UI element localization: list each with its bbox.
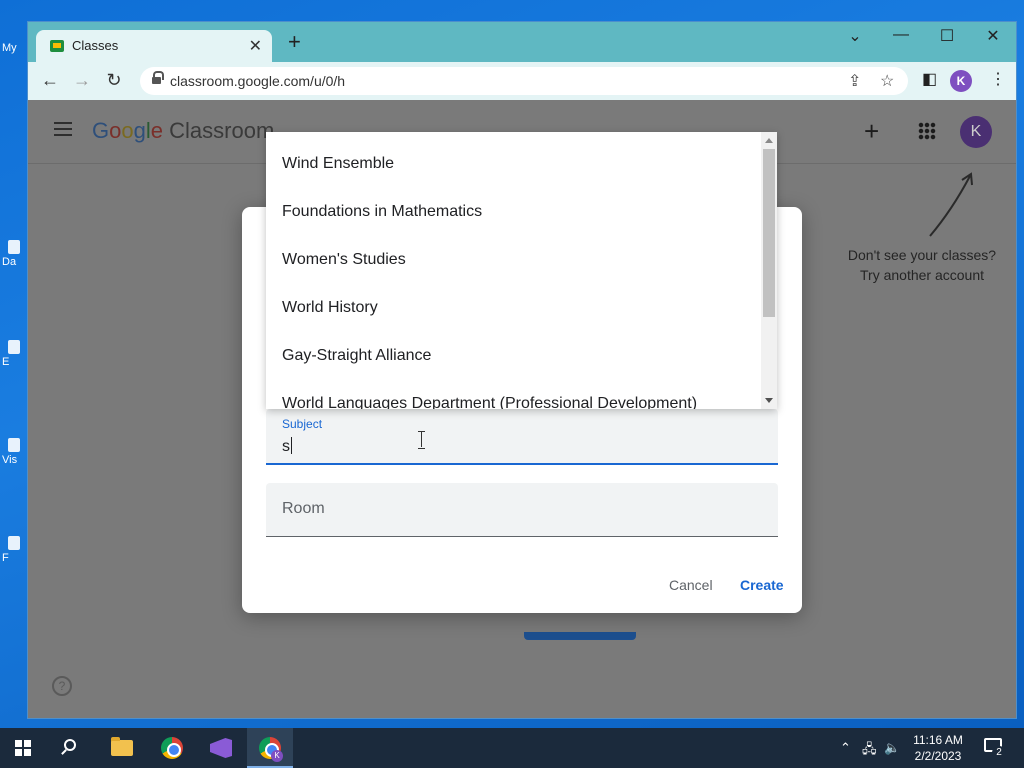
logo-letter: e xyxy=(150,118,164,143)
desktop-icon-label: Da xyxy=(2,256,17,268)
logo-product-name: Classroom xyxy=(169,118,275,143)
subject-input[interactable]: s xyxy=(282,437,292,456)
google-classroom-logo[interactable]: Google Classroom xyxy=(92,118,274,144)
windows-logo-icon xyxy=(15,740,31,756)
desktop-icon[interactable]: Vis xyxy=(2,438,26,478)
desktop-icon[interactable]: E xyxy=(2,340,26,380)
create-join-icon[interactable]: + xyxy=(864,116,879,147)
tab-classes[interactable]: Classes ✕ xyxy=(36,30,272,62)
logo-letter: G xyxy=(92,118,110,143)
subject-input-value: s xyxy=(282,438,290,455)
chrome-icon xyxy=(161,737,183,759)
tab-strip: Classes ✕ + ⌄ — ☐ ✕ xyxy=(28,22,1016,62)
network-icon[interactable]: 🖧 xyxy=(862,740,877,762)
bookmark-star-icon[interactable]: ☆ xyxy=(880,71,894,91)
suggestion-option[interactable]: World Languages Department (Professional… xyxy=(282,395,697,409)
file-icon xyxy=(8,340,20,354)
desktop-icon[interactable]: Da xyxy=(2,240,26,280)
scrollbar-thumb[interactable] xyxy=(763,149,775,317)
more-options-icon[interactable]: ⋮ xyxy=(990,69,1006,89)
logo-letter: g xyxy=(133,118,146,143)
account-avatar[interactable]: K xyxy=(960,116,992,148)
minimize-icon[interactable]: — xyxy=(886,26,916,44)
suggestion-option[interactable]: Gay-Straight Alliance xyxy=(282,347,431,365)
forward-icon[interactable]: → xyxy=(70,70,94,91)
close-window-icon[interactable]: ✕ xyxy=(978,26,1008,46)
suggestion-option[interactable]: Women's Studies xyxy=(282,251,406,269)
visual-studio-button[interactable] xyxy=(198,728,244,768)
chrome-profile-taskbar-button[interactable]: K xyxy=(247,728,293,768)
maximize-icon[interactable]: ☐ xyxy=(932,26,962,46)
lock-icon xyxy=(152,71,164,86)
logo-letter: o xyxy=(121,118,134,143)
volume-icon[interactable]: 🔈 xyxy=(884,740,900,756)
side-panel-icon[interactable]: ◧ xyxy=(922,69,937,89)
visual-studio-icon xyxy=(210,738,232,758)
address-bar[interactable]: classroom.google.com/u/0/h ⇪ ☆ xyxy=(140,67,908,95)
chrome-taskbar-button[interactable] xyxy=(149,728,195,768)
switch-account-hint: Don't see your classes? Try another acco… xyxy=(834,245,1010,285)
logo-letter: o xyxy=(109,118,122,143)
create-button[interactable]: Create xyxy=(740,577,784,593)
search-icon xyxy=(64,739,76,751)
desktop-icon-label: My xyxy=(2,42,17,54)
tab-title: Classes xyxy=(72,38,119,53)
file-icon xyxy=(8,536,20,550)
reload-icon[interactable]: ↻ xyxy=(102,70,126,91)
subject-field[interactable]: Subject s xyxy=(266,409,778,465)
url-text: classroom.google.com/u/0/h xyxy=(170,73,346,89)
clock-time: 11:16 AM xyxy=(913,733,963,747)
desktop-icon[interactable]: F xyxy=(2,536,26,576)
file-icon xyxy=(8,240,20,254)
classroom-favicon-icon xyxy=(50,40,64,52)
close-tab-icon[interactable]: ✕ xyxy=(249,36,262,56)
suggestion-option[interactable]: Foundations in Mathematics xyxy=(282,203,482,221)
pointer-arrow-icon xyxy=(929,172,973,237)
search-button[interactable] xyxy=(48,728,94,768)
subject-suggestions: Wind Ensemble Foundations in Mathematics… xyxy=(266,132,777,409)
desktop-icon-label: F xyxy=(2,552,9,564)
hint-line: Try another account xyxy=(860,267,984,283)
desktop-icon[interactable]: My xyxy=(2,40,26,80)
back-icon[interactable]: ← xyxy=(38,70,62,91)
chevron-down-icon[interactable]: ⌄ xyxy=(840,26,870,46)
suggestion-option[interactable]: Wind Ensemble xyxy=(282,155,394,173)
main-menu-icon[interactable] xyxy=(54,122,72,136)
taskbar: K ⌃ 🖧 🔈 11:16 AM 2/2/2023 2 xyxy=(0,728,1024,768)
system-clock[interactable]: 11:16 AM 2/2/2023 xyxy=(900,732,976,764)
show-hidden-icons-icon[interactable]: ⌃ xyxy=(840,740,851,756)
scrollbar[interactable] xyxy=(761,132,777,409)
profile-avatar[interactable]: K xyxy=(950,70,972,92)
file-icon xyxy=(8,438,20,452)
notification-count-badge: 2 xyxy=(992,746,1006,760)
google-apps-icon[interactable] xyxy=(918,122,936,140)
suggestion-option[interactable]: World History xyxy=(282,299,378,317)
scroll-up-icon[interactable] xyxy=(765,138,773,143)
text-cursor-icon xyxy=(418,431,426,449)
share-icon[interactable]: ⇪ xyxy=(848,71,861,91)
subject-label: Subject xyxy=(282,417,323,431)
browser-toolbar: ← → ↻ classroom.google.com/u/0/h ⇪ ☆ ◧ K… xyxy=(28,62,1016,100)
start-button[interactable] xyxy=(0,728,46,768)
folder-icon xyxy=(111,737,133,756)
desktop-icon-label: Vis xyxy=(2,454,18,466)
help-icon[interactable]: ? xyxy=(52,676,72,696)
room-field[interactable]: Room xyxy=(266,483,778,537)
room-placeholder: Room xyxy=(282,500,325,517)
obscured-button xyxy=(524,632,636,640)
desktop-icon-label: E xyxy=(2,356,10,368)
clock-date: 2/2/2023 xyxy=(914,749,962,763)
profile-badge: K xyxy=(271,750,283,762)
cancel-button[interactable]: Cancel xyxy=(669,577,713,593)
text-caret xyxy=(291,437,292,454)
scroll-down-icon[interactable] xyxy=(765,398,773,403)
hint-line: Don't see your classes? xyxy=(847,247,997,263)
new-tab-button[interactable]: + xyxy=(288,31,301,53)
file-explorer-button[interactable] xyxy=(99,728,145,768)
